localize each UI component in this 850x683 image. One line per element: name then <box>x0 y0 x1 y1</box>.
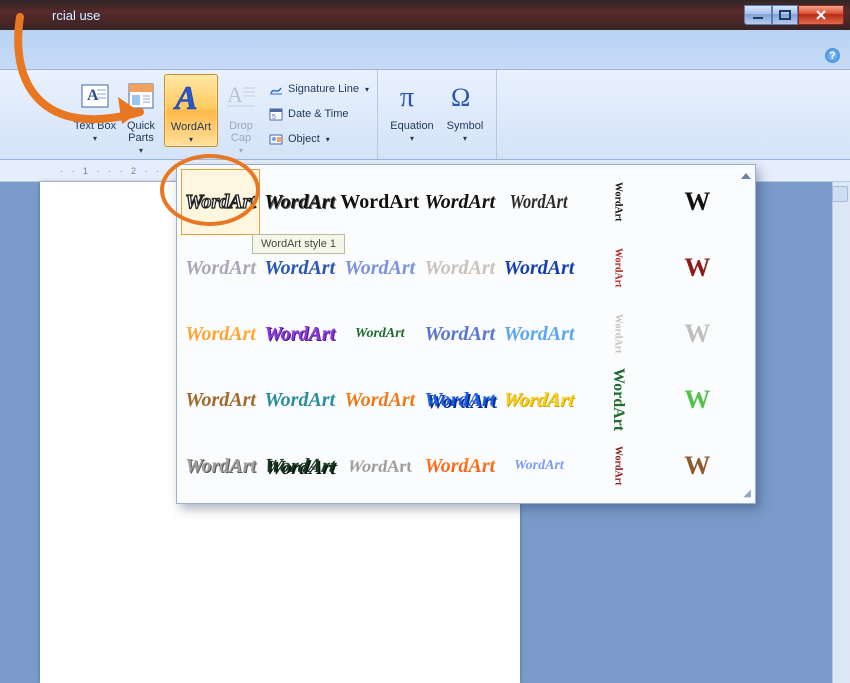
scroll-up-icon <box>741 173 751 179</box>
wordart-style-24[interactable]: WordArt <box>339 367 420 433</box>
wordart-style-21[interactable]: W <box>658 301 737 367</box>
drop-cap-icon: A <box>221 76 261 116</box>
wordart-button[interactable]: A WordArt ▾ <box>164 74 218 147</box>
help-icon[interactable]: ? <box>825 48 840 63</box>
wordart-style-27[interactable]: WordArt <box>579 367 658 433</box>
wordart-style-34[interactable]: WordArt <box>579 433 658 499</box>
wordart-style-25[interactable]: WordArt <box>420 367 499 433</box>
dropdown-caret: ▾ <box>326 135 330 144</box>
drop-cap-label: Drop Cap <box>229 120 253 144</box>
text-box-label: Text Box <box>74 120 116 132</box>
object-button[interactable]: Object ▾ <box>268 128 369 150</box>
symbol-button[interactable]: Ω Symbol ▾ <box>440 74 490 145</box>
symbol-label: Symbol <box>447 120 484 132</box>
dropdown-caret: ▾ <box>239 146 243 155</box>
svg-text:Ω: Ω <box>451 83 470 112</box>
wordart-style-30[interactable]: WordArt <box>254 433 345 499</box>
quick-parts-button[interactable]: Quick Parts ▾ <box>118 74 164 157</box>
object-label: Object <box>288 133 320 145</box>
maximize-button[interactable] <box>772 5 798 25</box>
wordart-style-28[interactable]: W <box>658 367 737 433</box>
ribbon-group-symbols: π Equation ▾ Ω Symbol ▾ <box>378 70 497 159</box>
wordart-style-16[interactable]: WordArt <box>260 301 339 367</box>
wordart-style-20[interactable]: WordArt <box>579 301 658 367</box>
window-controls <box>744 5 844 25</box>
wordart-style-8[interactable]: WordArt <box>181 235 260 301</box>
object-icon <box>268 132 284 146</box>
wordart-style-4[interactable]: WordArt <box>420 169 499 235</box>
wordart-icon: A <box>171 77 211 117</box>
wordart-style-35[interactable]: W <box>658 433 737 499</box>
wordart-style-2[interactable]: WordArt <box>260 169 339 235</box>
signature-line-label: Signature Line <box>288 83 359 95</box>
vertical-scrollbar[interactable] <box>832 182 850 683</box>
signature-icon <box>268 82 284 96</box>
close-button[interactable] <box>798 5 844 25</box>
equation-label: Equation <box>390 120 433 132</box>
wordart-gallery: WordArt WordArt WordArt WordArt WordArt … <box>176 164 756 504</box>
wordart-style-1[interactable]: WordArt <box>181 169 260 235</box>
wordart-style-6[interactable]: WordArt <box>579 169 658 235</box>
wordart-label: WordArt <box>171 121 211 133</box>
wordart-style-5[interactable]: WordArt <box>507 169 572 235</box>
wordart-style-12[interactable]: WordArt <box>499 235 578 301</box>
svg-text:A: A <box>227 82 243 107</box>
drop-cap-button[interactable]: A Drop Cap ▾ <box>218 74 264 157</box>
ruler-toggle-button[interactable] <box>832 186 848 202</box>
wordart-style-31[interactable]: WordArt <box>330 440 430 504</box>
wordart-style-19[interactable]: WordArt <box>499 301 578 367</box>
dropdown-caret: ▾ <box>139 146 143 155</box>
svg-text:A: A <box>173 80 198 117</box>
wordart-style-7[interactable]: W <box>658 169 737 235</box>
wordart-style-3[interactable]: WordArt <box>339 169 420 235</box>
wordart-style-22[interactable]: WordArt <box>181 367 260 433</box>
wordart-style-tooltip: WordArt style 1 <box>252 234 345 254</box>
svg-text:5: 5 <box>272 114 276 121</box>
wordart-style-32[interactable]: WordArt <box>420 433 499 499</box>
wordart-style-17[interactable]: WordArt <box>339 301 420 367</box>
text-box-icon: A <box>75 76 115 116</box>
ribbon-header: ? <box>0 30 850 70</box>
dropdown-caret: ▾ <box>93 134 97 143</box>
wordart-style-15[interactable]: WordArt <box>181 301 260 367</box>
date-time-label: Date & Time <box>288 108 349 120</box>
wordart-style-10[interactable]: WordArt <box>339 235 420 301</box>
quick-parts-label: Quick Parts <box>127 120 155 144</box>
wordart-gallery-grid: WordArt WordArt WordArt WordArt WordArt … <box>181 169 751 499</box>
wordart-style-33[interactable]: WordArt <box>499 433 578 499</box>
quick-parts-icon <box>121 76 161 116</box>
text-box-button[interactable]: A Text Box ▾ <box>72 74 118 145</box>
gallery-scrollbar[interactable] <box>739 169 753 483</box>
wordart-style-13[interactable]: WordArt <box>579 235 658 301</box>
ribbon-text-small-items: Signature Line ▾ 5 Date & Time Object ▾ <box>264 74 371 150</box>
dropdown-caret: ▾ <box>365 85 369 94</box>
wordart-style-26[interactable]: WordArt <box>495 367 583 433</box>
date-time-button[interactable]: 5 Date & Time <box>268 103 369 125</box>
window-titlebar: rcial use <box>0 0 850 30</box>
ribbon-group-text: A Text Box ▾ Quick Parts ▾ A WordArt ▾ A Dr… <box>66 70 378 159</box>
wordart-style-11[interactable]: WordArt <box>420 235 499 301</box>
wordart-style-18[interactable]: WordArt <box>420 301 499 367</box>
symbol-icon: Ω <box>445 76 485 116</box>
equation-icon: π <box>392 76 432 116</box>
equation-button[interactable]: π Equation ▾ <box>384 74 440 145</box>
wordart-style-14[interactable]: W <box>658 235 737 301</box>
wordart-style-29[interactable]: WordArt <box>181 433 260 499</box>
date-time-icon: 5 <box>268 107 284 121</box>
minimize-button[interactable] <box>744 5 772 25</box>
dropdown-caret: ▾ <box>463 134 467 143</box>
dropdown-caret: ▾ <box>189 135 193 144</box>
ribbon: A Text Box ▾ Quick Parts ▾ A WordArt ▾ A Dr… <box>0 70 850 160</box>
gallery-resize-handle[interactable]: ◢ <box>743 488 751 499</box>
dropdown-caret: ▾ <box>410 134 414 143</box>
svg-text:π: π <box>400 82 414 113</box>
signature-line-button[interactable]: Signature Line ▾ <box>268 78 369 100</box>
wordart-style-23[interactable]: WordArt <box>260 367 339 433</box>
window-title: rcial use <box>50 8 744 23</box>
